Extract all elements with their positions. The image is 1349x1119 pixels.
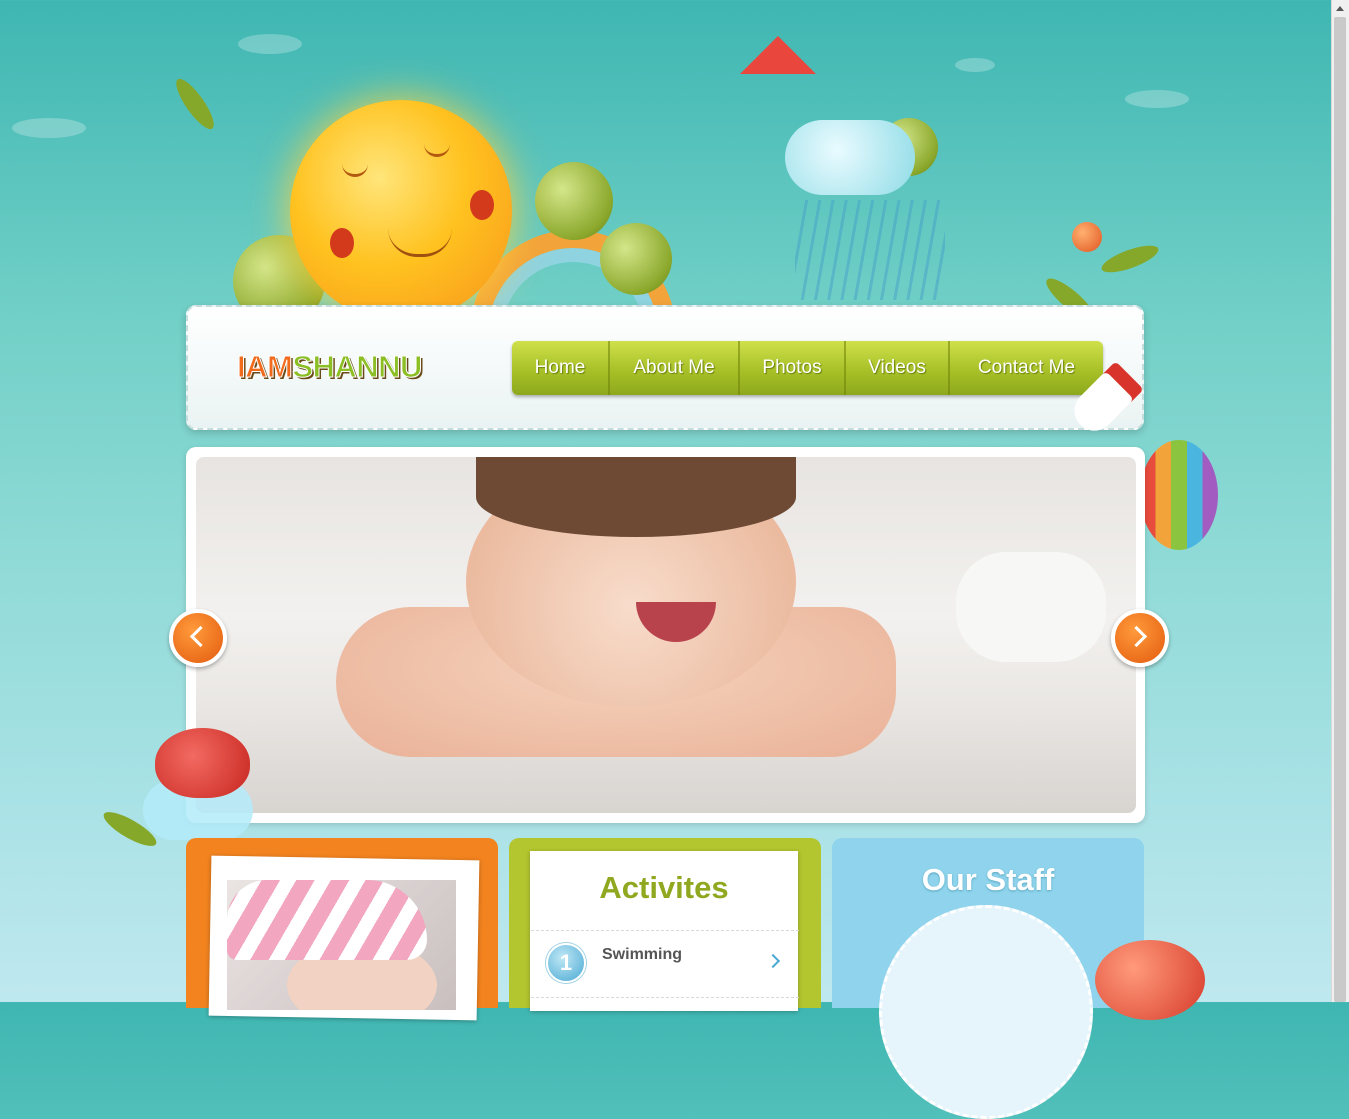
chevron-left-icon[interactable] [169, 609, 227, 667]
sun-cheek [330, 228, 354, 258]
background-cloud [12, 118, 86, 138]
nav-videos[interactable]: Videos [846, 341, 950, 395]
photo-hat [227, 880, 427, 960]
background-cloud [955, 58, 995, 72]
scrollbar-thumb[interactable] [1334, 17, 1346, 1002]
logo-part-2: SHANNU [292, 349, 423, 385]
logo-part-1: IAM [236, 349, 293, 385]
leaf-decoration [1098, 240, 1162, 278]
activities-title: Activites [599, 870, 729, 905]
sun-illustration [290, 100, 512, 322]
activity-label[interactable]: Swimming [602, 946, 682, 964]
background-cloud [238, 34, 302, 54]
nav-contact-me[interactable]: Contact Me [950, 341, 1103, 395]
sun-smile [388, 228, 452, 257]
nav-photos[interactable]: Photos [740, 341, 846, 395]
main-navigation: Home About Me Photos Videos Contact Me [512, 341, 1103, 395]
nav-about-me[interactable]: About Me [610, 341, 740, 395]
staff-photo-frame [879, 905, 1093, 1119]
leaf-decoration [170, 74, 220, 134]
scroll-up-arrow-icon[interactable] [1332, 0, 1349, 17]
nav-home[interactable]: Home [512, 341, 610, 395]
green-ball-decoration [600, 223, 672, 295]
vertical-scrollbar[interactable] [1331, 0, 1349, 1002]
number-badge: 1 [546, 943, 586, 983]
apple-decoration [1095, 940, 1205, 1020]
site-logo[interactable]: IAMSHANNU [236, 349, 423, 385]
staff-title: Our Staff [921, 862, 1055, 897]
background-cloud [1125, 90, 1189, 108]
balloon-illustration [1140, 440, 1218, 550]
photo-diaper [956, 552, 1106, 662]
sun-eye [342, 164, 368, 177]
sun-eye [424, 144, 450, 157]
rain-cloud-illustration [785, 120, 915, 195]
bird-illustration [155, 728, 250, 798]
orange-ball-decoration [1072, 222, 1102, 252]
photo-baby-hair [476, 457, 796, 537]
green-ball-decoration [535, 162, 613, 240]
photo-baby-hat [227, 880, 456, 1010]
rain-drops-illustration [795, 200, 945, 300]
sun-cheek [470, 190, 494, 220]
chevron-right-icon[interactable] [1111, 609, 1169, 667]
kite-illustration [740, 36, 816, 74]
slide-photo-baby [196, 457, 1136, 813]
